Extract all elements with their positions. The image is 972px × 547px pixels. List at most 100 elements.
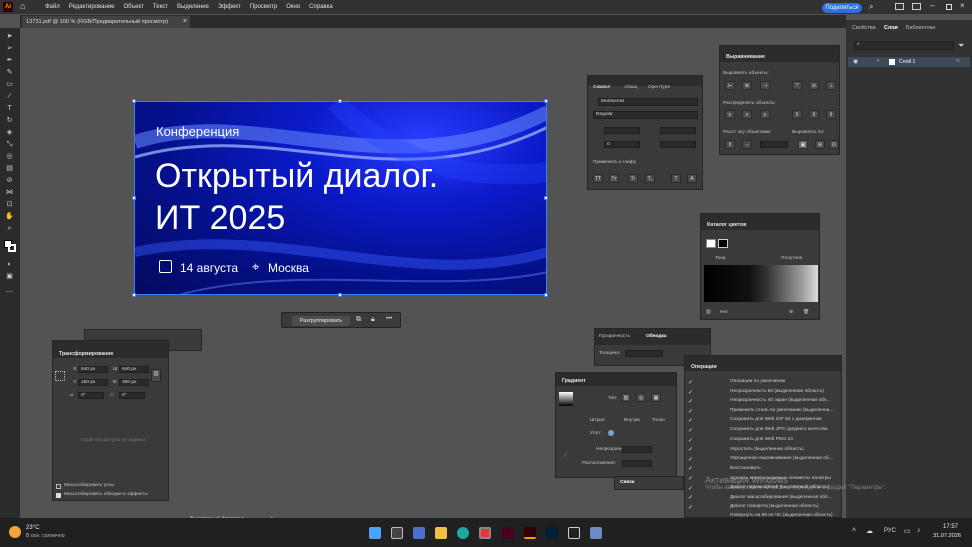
align-to-selection-icon[interactable]: ▣ xyxy=(798,140,808,149)
app-remote-icon[interactable] xyxy=(590,527,602,539)
visibility-eye-icon[interactable]: ◉ xyxy=(853,58,858,65)
rectangle-tool-icon[interactable]: ▭ xyxy=(4,80,15,89)
distribute-hcenter-icon[interactable]: ‖ xyxy=(809,110,819,119)
direct-selection-tool-icon[interactable]: ➢ xyxy=(4,44,15,53)
more-tools-icon[interactable]: ⋯ xyxy=(4,288,15,297)
stroke-option-along[interactable]: Тонко xyxy=(652,418,665,423)
shear-field[interactable]: 0° xyxy=(119,392,145,399)
gradient-opacity-field[interactable] xyxy=(622,446,652,453)
action-row[interactable]: Непрозрачность 40 экран (выделенная обл.… xyxy=(686,396,836,405)
network-icon[interactable]: ▭ xyxy=(904,527,911,535)
artboard-tool-icon[interactable]: ⊡ xyxy=(4,200,15,209)
align-top-icon[interactable]: ⊤ xyxy=(792,81,802,90)
search-taskbar-icon[interactable] xyxy=(391,527,403,539)
distribute-hspace-icon[interactable]: ⇔ xyxy=(742,140,752,149)
pen-tool-icon[interactable]: ✒ xyxy=(4,56,15,65)
cloud-icon[interactable]: ☁ xyxy=(866,527,873,535)
tab-libraries[interactable]: Библиотеки xyxy=(906,25,935,31)
action-row[interactable]: Операции по умолчанию xyxy=(686,377,836,386)
selection-tool-icon[interactable]: ➤ xyxy=(4,32,15,41)
eyedropper-tool-icon[interactable]: ⊘ xyxy=(4,176,15,185)
stroke-thickness-field[interactable] xyxy=(625,350,663,357)
shape-builder-tool-icon[interactable]: ◎ xyxy=(4,152,15,161)
w-field[interactable]: 640 рх xyxy=(119,366,149,373)
swatch-library-icon[interactable]: ▥ xyxy=(706,310,711,315)
gradient-tool-icon[interactable]: ▤ xyxy=(4,164,15,173)
menu-object[interactable]: Объект xyxy=(123,4,143,10)
tab-opentype[interactable]: OpenType xyxy=(648,85,670,90)
x-field[interactable]: 640 рх xyxy=(78,366,108,373)
target-icon[interactable]: ○ xyxy=(956,58,960,64)
action-row[interactable]: Восстановить xyxy=(686,464,836,473)
hand-tool-icon[interactable]: ✋ xyxy=(4,212,15,221)
indesign-icon[interactable] xyxy=(502,527,514,539)
align-to-key-object-icon[interactable]: ⊞ xyxy=(815,140,825,149)
tray-chevron-icon[interactable]: ˄ xyxy=(852,527,856,534)
action-checkmarks[interactable]: ✓ ✓ ✓ ✓ ✓ ✓ ✓ ✓ ✓ ✓ ✓ ✓ ✓ ✓ xyxy=(688,379,696,517)
tab-properties[interactable]: Свойства xyxy=(852,25,876,31)
action-row[interactable]: Сохранить для Web GIF 64 с дизерингом xyxy=(686,415,836,424)
ungroup-button[interactable]: Разгруппировать xyxy=(292,316,350,326)
action-row[interactable]: Упрощенное выравнивание (выделенная об..… xyxy=(686,454,836,463)
selection-handle[interactable] xyxy=(338,293,342,297)
swatch-grid[interactable] xyxy=(704,265,818,302)
strikethrough-icon[interactable]: A xyxy=(687,174,697,183)
angle-dial-icon[interactable] xyxy=(608,430,614,436)
align-left-icon[interactable]: ⊢ xyxy=(725,81,735,90)
more-options-button[interactable]: ••• xyxy=(386,316,392,322)
menu-help[interactable]: Справка xyxy=(309,4,333,10)
close-tab-icon[interactable]: × xyxy=(183,16,187,28)
filter-icon[interactable]: ⏷ xyxy=(958,41,964,51)
eraser-tool-icon[interactable]: ◈ xyxy=(4,128,15,137)
align-hcenter-icon[interactable]: ⊕ xyxy=(742,81,752,90)
yandex-browser-icon[interactable] xyxy=(479,527,491,539)
clock-date[interactable]: 31.07.2026 xyxy=(933,533,961,539)
action-row[interactable]: Повернуть на 90 по ЧС (выделенная област… xyxy=(686,511,836,518)
tracking-field[interactable]: 0 xyxy=(604,141,640,148)
align-bottom-icon[interactable]: ⊥ xyxy=(826,81,836,90)
distribute-vcenter-icon[interactable]: ≡ xyxy=(742,110,752,119)
tab-character[interactable]: Символ xyxy=(593,85,610,90)
menu-window[interactable]: Окно xyxy=(286,4,300,10)
edge-icon[interactable] xyxy=(457,527,469,539)
gradient-location-field[interactable] xyxy=(622,460,652,467)
action-row[interactable]: Сохранить для Web JPG среднего качества xyxy=(686,425,836,434)
scale-tool-icon[interactable]: ⤡ xyxy=(4,140,15,149)
weather-icon[interactable] xyxy=(9,526,21,538)
menu-select[interactable]: Выделение xyxy=(177,4,209,10)
align-right-icon[interactable]: ⊣ xyxy=(760,81,770,90)
distribute-right-icon[interactable]: ‖ xyxy=(826,110,836,119)
close-icon[interactable]: × xyxy=(960,1,965,10)
gradient-preview[interactable] xyxy=(559,392,573,406)
linear-gradient-icon[interactable]: ▥ xyxy=(621,393,631,402)
y-field[interactable]: 150 рх xyxy=(78,379,108,386)
illustrator-taskbar-icon[interactable] xyxy=(524,527,536,539)
selection-handle[interactable] xyxy=(544,196,548,200)
all-caps-icon[interactable]: TT xyxy=(593,174,603,183)
fill-stroke-indicator[interactable] xyxy=(706,239,716,248)
reference-point-icon[interactable] xyxy=(55,371,65,381)
rotate-field[interactable]: 0° xyxy=(78,392,104,399)
layer-name[interactable]: Слой 1 xyxy=(899,59,915,65)
maximize-icon[interactable] xyxy=(946,4,952,10)
links-panel-title[interactable]: Связи xyxy=(620,480,634,485)
scale-strokes-checkbox[interactable] xyxy=(56,493,61,498)
distribute-bottom-icon[interactable]: ≡ xyxy=(760,110,770,119)
constrain-proportions-icon[interactable]: ⛓︎ xyxy=(151,369,161,382)
font-family-field[interactable]: Montserrat xyxy=(598,98,698,106)
curvature-tool-icon[interactable]: ✎ xyxy=(4,68,15,77)
align-vcenter-icon[interactable]: ⊝ xyxy=(809,81,819,90)
rotate-tool-icon[interactable]: ↻ xyxy=(4,116,15,125)
photoshop-icon[interactable] xyxy=(546,527,558,539)
leading-field[interactable] xyxy=(660,127,696,134)
action-row[interactable]: Упростить (выделенная область) xyxy=(686,445,836,454)
tab-paragraph[interactable]: Абзац xyxy=(624,85,637,90)
underline-icon[interactable]: T xyxy=(671,174,681,183)
stroke-indicator[interactable] xyxy=(718,239,728,248)
selection-handle[interactable] xyxy=(132,293,136,297)
selection-handle[interactable] xyxy=(132,99,136,103)
distribute-left-icon[interactable]: ‖ xyxy=(792,110,802,119)
tab-layers[interactable]: Слои xyxy=(884,25,898,31)
font-style-field[interactable]: Regular xyxy=(593,111,698,119)
align-to-artboard-icon[interactable]: ⊡ xyxy=(829,140,839,149)
